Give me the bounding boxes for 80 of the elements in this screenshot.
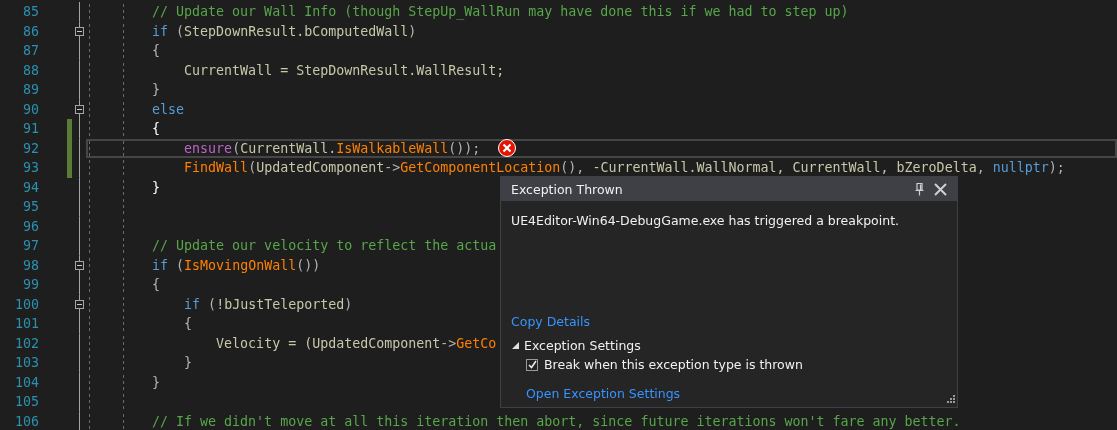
resize-grip-icon[interactable] <box>945 395 955 405</box>
close-icon[interactable] <box>934 182 947 196</box>
code-token: CurrentWall. <box>240 140 337 156</box>
code-token: ( <box>176 23 185 39</box>
code-token: ); <box>1048 160 1065 176</box>
code-token: if <box>152 257 169 273</box>
code-token: ( <box>208 296 217 312</box>
line-number: 92 <box>22 139 39 158</box>
code-token: StepDownResult.bComputedWall <box>184 23 409 39</box>
line-number: 95 <box>22 198 39 216</box>
code-token: { <box>152 43 161 59</box>
line-number: 94 <box>22 178 39 197</box>
line-number: 85 <box>22 3 39 21</box>
collapse-icon[interactable] <box>75 260 84 270</box>
line-number: 105 <box>13 393 39 411</box>
line-number: 103 <box>13 354 39 372</box>
popup-title: Exception Thrown <box>511 181 624 197</box>
code-token: } <box>152 82 161 98</box>
code-token: ( <box>232 140 241 156</box>
code-token: !bJustTeleported <box>216 296 345 312</box>
code-token: if <box>184 296 201 312</box>
code-token: { <box>152 277 161 293</box>
code-token: if <box>152 23 169 39</box>
line-number: 96 <box>22 217 39 236</box>
line-number: 89 <box>22 81 39 99</box>
code-token: CurrentWall = StepDownResult.WallResult; <box>184 62 505 78</box>
code-token: IsMovingOnWall <box>184 257 297 273</box>
code-token: ()) <box>296 257 321 273</box>
code-token: Velocity = (UpdatedComponent <box>216 335 441 351</box>
line-number: 104 <box>13 373 39 392</box>
code-token: -CurrentWall.WallNormal, CurrentWall, bZeroDelta <box>592 160 977 176</box>
code-token: -> <box>440 335 457 351</box>
line-number: 90 <box>22 100 39 119</box>
code-token: else <box>152 101 185 117</box>
code-token: ensure <box>184 140 233 156</box>
line-number: 97 <box>22 237 39 255</box>
line-number: 91 <box>22 120 39 138</box>
code-token: ( <box>176 257 185 273</box>
code-token: // Update our Wall Info (though StepUp_WallRun may have done this if we had to step up) <box>152 4 849 20</box>
line-number: 106 <box>13 412 39 430</box>
line-number: 86 <box>22 22 39 41</box>
checkbox[interactable] <box>526 358 538 371</box>
code-token: GetCo <box>456 335 497 351</box>
code-token: nullptr <box>992 160 1049 176</box>
line-number: 99 <box>22 276 39 294</box>
code-token: UpdatedComponent <box>256 160 385 176</box>
code-token: { <box>152 121 161 137</box>
code-token: } <box>152 179 161 195</box>
code-token: } <box>152 374 161 390</box>
code-token: GetComponentLocation <box>400 160 561 176</box>
line-number: 87 <box>22 42 39 60</box>
code-token: } <box>184 355 193 371</box>
open-settings-link[interactable]: Open Exception Settings <box>526 386 681 401</box>
section-heading: Exception Settings <box>524 338 641 353</box>
line-number: 100 <box>13 295 39 314</box>
collapse-icon[interactable] <box>75 26 84 36</box>
code-token: { <box>184 316 193 332</box>
code-token: ( <box>248 160 257 176</box>
code-token: (), <box>560 160 586 176</box>
code-token: -> <box>384 160 401 176</box>
code-token: , <box>976 160 986 176</box>
code-token: FindWall <box>184 160 249 176</box>
line-number: 88 <box>22 61 39 80</box>
expand-triangle-icon[interactable] <box>511 341 520 350</box>
collapse-icon[interactable] <box>75 104 84 114</box>
code-token: // Update our velocity to reflect the actua <box>152 238 497 254</box>
line-number: 93 <box>22 159 39 177</box>
collapse-icon[interactable] <box>75 299 84 309</box>
pin-icon[interactable] <box>915 182 924 196</box>
code-token: ) <box>344 296 353 312</box>
line-number: 101 <box>13 315 39 333</box>
copy-details-link[interactable]: Copy Details <box>511 314 591 329</box>
code-token: ) <box>408 23 417 39</box>
checkbox-label: Break when this exception type is thrown <box>544 357 803 372</box>
code-token: IsWalkableWall <box>336 140 449 156</box>
code-token: ()); <box>448 140 481 156</box>
code-token: // If we didn't move at all this iteration then abort, since future iterations won't fare any better. <box>152 413 961 429</box>
line-number: 102 <box>13 334 39 353</box>
line-number: 98 <box>22 256 39 275</box>
exception-message: UE4Editor-Win64-DebugGame.exe has triggered a breakpoint. <box>511 213 900 230</box>
